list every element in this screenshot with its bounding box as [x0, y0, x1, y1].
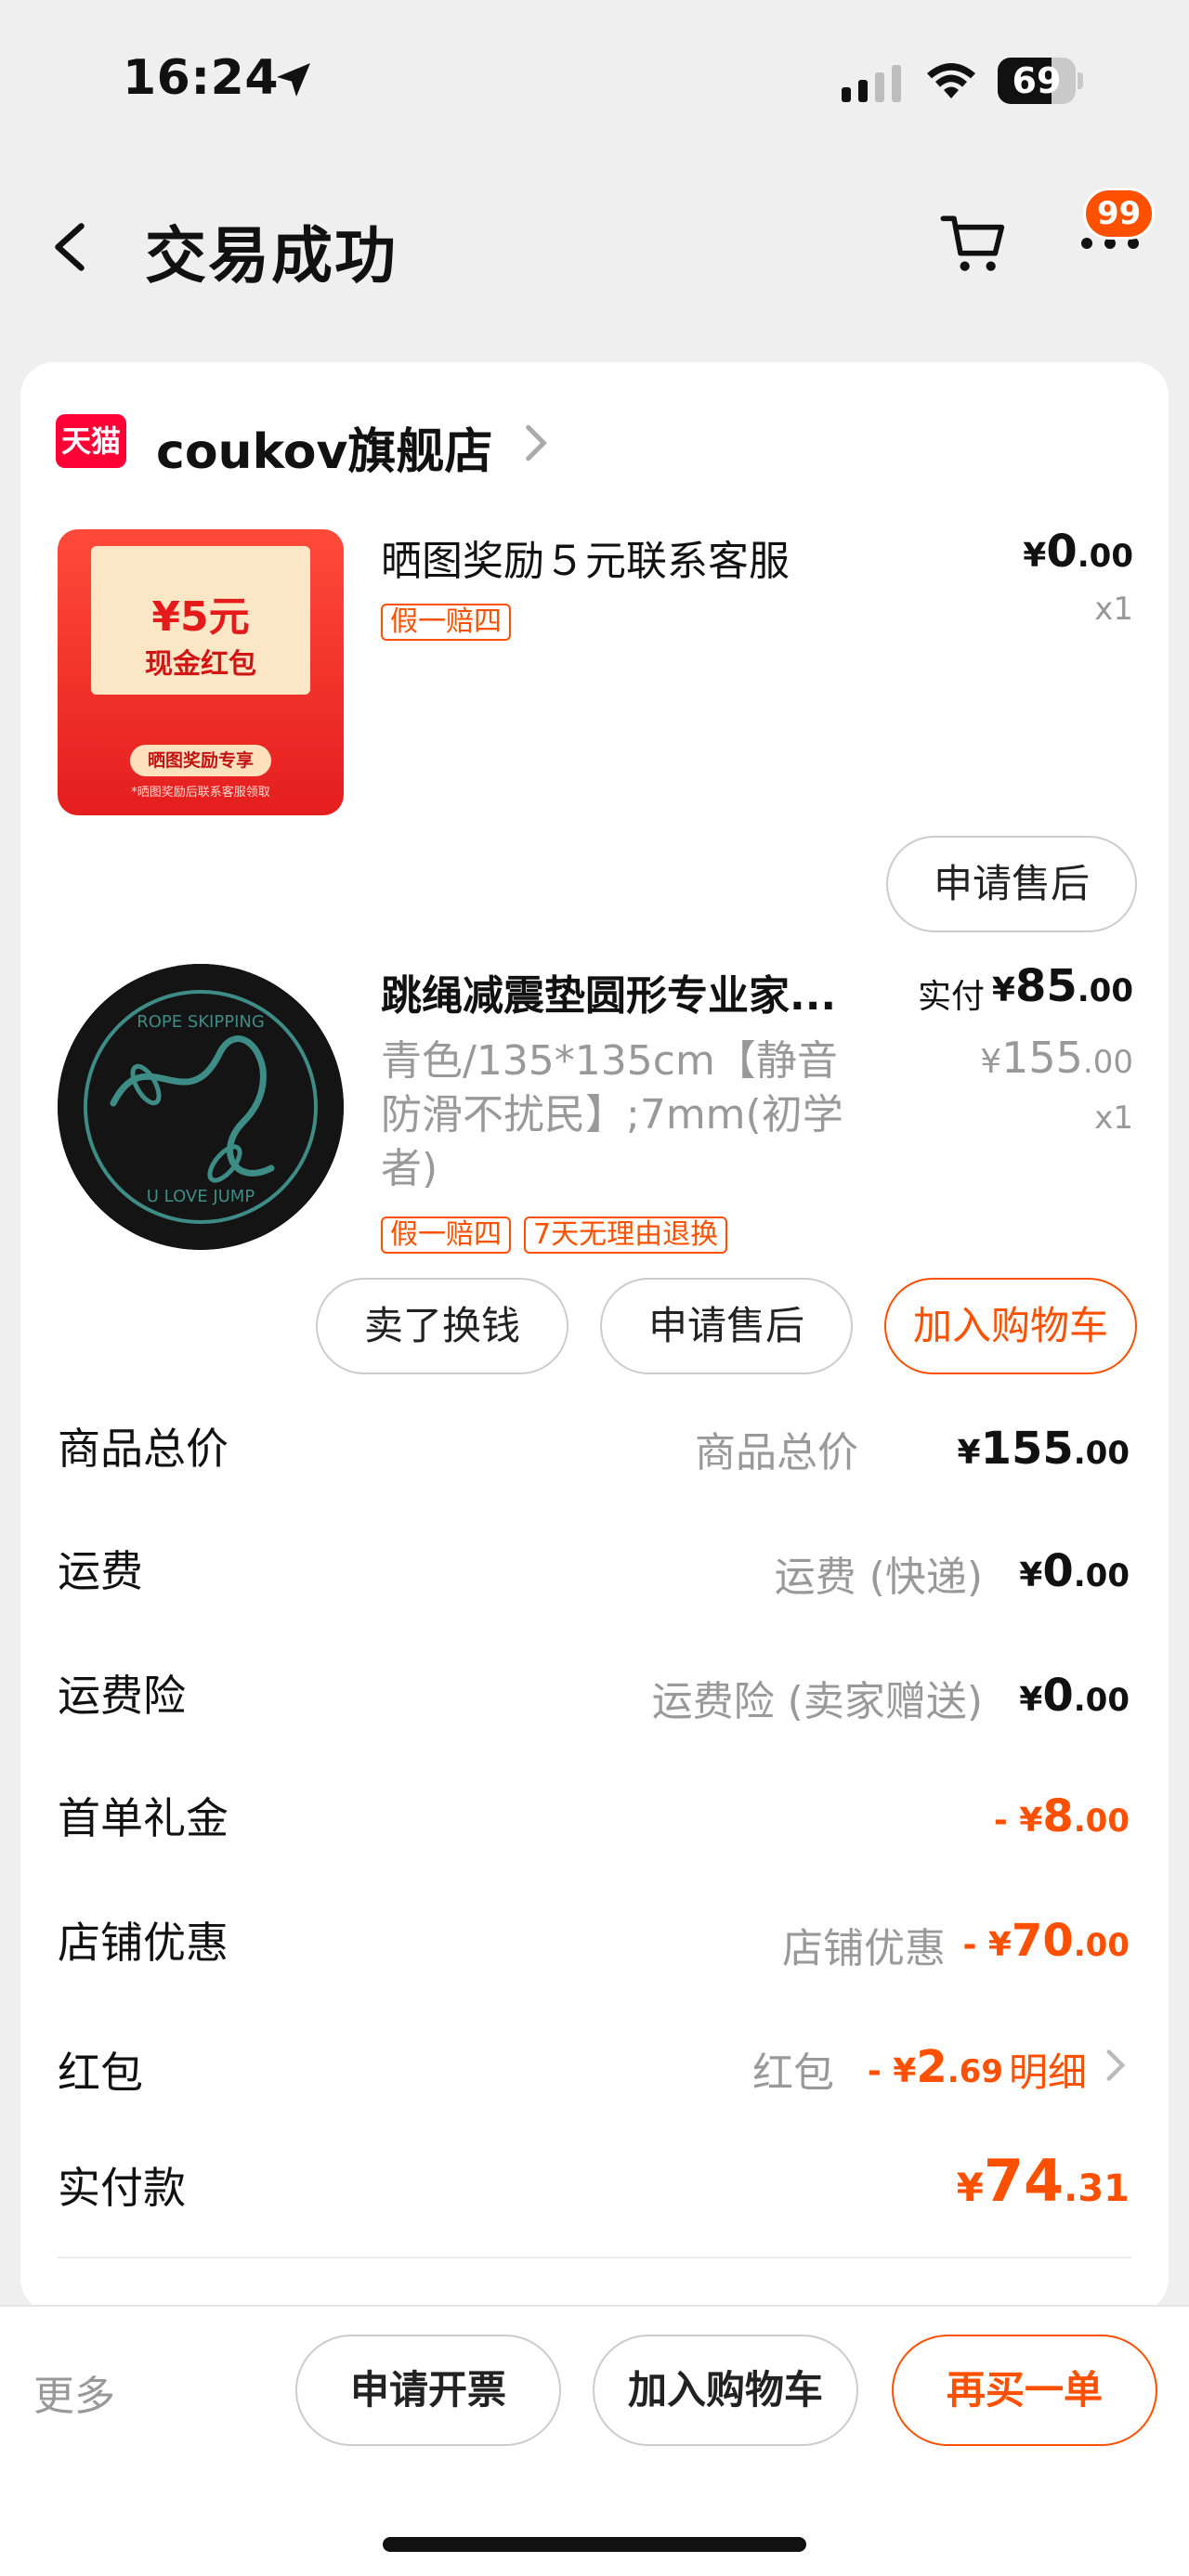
red-packet-pill: 晒图奖励专享	[130, 745, 271, 776]
product-tags: 假一赔四 7天无理由退换	[381, 1216, 728, 1254]
add-to-cart-button[interactable]: 加入购物车	[593, 2335, 858, 2446]
guarantee-tag: 假一赔四	[381, 604, 511, 641]
shipping-value: ¥0.00	[1019, 1545, 1130, 1597]
paid-price: ¥85.00	[991, 960, 1133, 1012]
product-image-jump-mat[interactable]: ROPE SKIPPING U LOVE JUMP	[58, 964, 344, 1250]
more-link[interactable]: 更多	[33, 2362, 115, 2422]
product-quantity: x1	[1094, 1099, 1133, 1137]
red-packet-detail-link[interactable]: 明细	[1009, 2041, 1087, 2098]
red-packet-label: 现金红包	[145, 648, 256, 681]
red-packet-note: *晒图奖励后联系客服领取	[131, 786, 270, 800]
request-invoice-button[interactable]: 申请开票	[295, 2335, 561, 2446]
back-arrow-icon[interactable]	[46, 219, 93, 275]
cellular-signal-icon	[842, 65, 901, 102]
red-packet-value: - ¥2.69	[867, 2041, 1003, 2093]
chevron-right-icon[interactable]	[1105, 2047, 1126, 2084]
product-price: ¥0.00	[1023, 526, 1133, 578]
shop-discount-sub: 店铺优惠	[782, 1925, 946, 1972]
shop-name[interactable]: coukov旗舰店	[156, 412, 492, 482]
product-spec: 青色/135*135cm【静音防滑不扰民】;7mm(初学者)	[381, 1037, 843, 1192]
red-packet-amount: ¥5元	[151, 593, 250, 641]
guarantee-tag: 假一赔四	[381, 1216, 511, 1254]
after-sale-button[interactable]: 申请售后	[886, 836, 1137, 932]
status-time: 16:24	[123, 50, 280, 106]
shipping-label: 运费	[58, 1546, 143, 1596]
shop-discount-label: 店铺优惠	[58, 1918, 229, 1968]
tmall-logo: 天猫	[56, 414, 126, 468]
shopping-cart-icon[interactable]	[938, 210, 1009, 275]
after-sale-button[interactable]: 申请售后	[600, 1278, 853, 1374]
shipping-insurance-sub: 运费险 (卖家赠送)	[651, 1678, 983, 1725]
mat-top-text: ROPE SKIPPING	[137, 1012, 265, 1032]
shipping-insurance-label: 运费险	[58, 1671, 186, 1721]
home-indicator[interactable]	[383, 2537, 806, 2552]
red-packet-sub: 红包	[752, 2049, 834, 2097]
product-title[interactable]: 晒图奖励５元联系客服	[381, 527, 790, 587]
amount-paid-label: 实付款	[58, 2163, 186, 2213]
page-title: 交易成功	[145, 220, 398, 292]
paid-label: 实付	[917, 978, 985, 1016]
sell-for-cash-button[interactable]: 卖了换钱	[316, 1278, 568, 1374]
first-order-gift-label: 首单礼金	[58, 1793, 229, 1843]
divider	[58, 2257, 1131, 2258]
product-image-red-packet[interactable]: ¥5元 现金红包 晒图奖励专享 *晒图奖励后联系客服领取	[58, 529, 344, 815]
first-order-gift-value: - ¥8.00	[993, 1790, 1130, 1842]
shop-discount-value: - ¥70.00	[962, 1915, 1130, 1967]
chevron-right-icon[interactable]	[522, 422, 550, 464]
total-price-label: 商品总价	[58, 1424, 229, 1474]
buy-again-button[interactable]: 再买一单	[892, 2335, 1157, 2446]
return-policy-tag: 7天无理由退换	[524, 1216, 728, 1254]
mat-bottom-text: U LOVE JUMP	[147, 1187, 255, 1206]
shipping-sub: 运费 (快递)	[774, 1554, 983, 1601]
total-price-sub: 商品总价	[695, 1429, 858, 1477]
battery-percent: 69	[1012, 60, 1062, 101]
wifi-icon	[927, 63, 975, 98]
message-count-badge: 99	[1083, 188, 1156, 240]
add-to-cart-button[interactable]: 加入购物车	[884, 1278, 1137, 1374]
product-title[interactable]: 跳绳减震垫圆形专业家...	[381, 962, 882, 1021]
original-price: ¥155.00	[980, 1033, 1133, 1083]
total-price-value: ¥155.00	[957, 1423, 1130, 1475]
amount-paid-value: ¥74.31	[956, 2147, 1130, 2215]
location-arrow-icon	[277, 63, 310, 97]
red-packet-label: 红包	[58, 2048, 143, 2098]
product-quantity: x1	[1094, 591, 1133, 628]
shipping-insurance-value: ¥0.00	[1019, 1670, 1130, 1722]
battery-indicator: 69	[998, 58, 1083, 104]
